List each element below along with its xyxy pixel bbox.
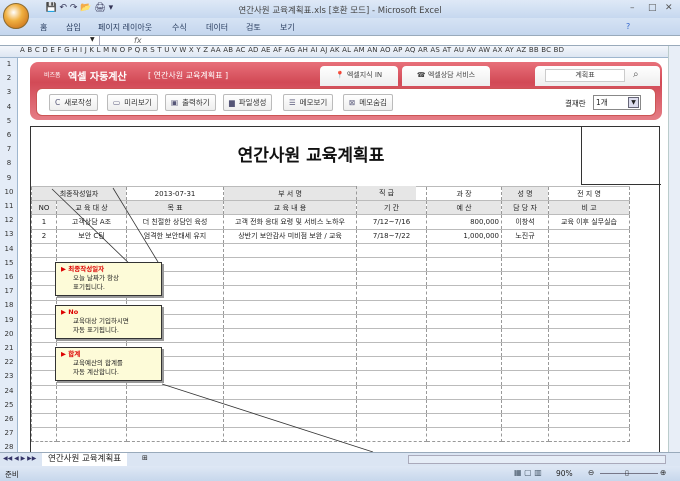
- row-header[interactable]: 21: [0, 344, 18, 352]
- row-header[interactable]: 11: [0, 202, 18, 210]
- zoom-level[interactable]: 90%: [556, 469, 573, 478]
- row-header[interactable]: 18: [0, 301, 18, 309]
- row-header[interactable]: 6: [0, 131, 18, 139]
- row-header[interactable]: 16: [0, 273, 18, 281]
- row-header[interactable]: 13: [0, 230, 18, 238]
- minimize-button[interactable]: –: [630, 3, 635, 13]
- connector-line: [112, 187, 159, 263]
- zoom-in-icon[interactable]: ⊕: [660, 468, 666, 477]
- title-bar: 💾 ↶ ↷ 📂 🖨 ▾ 연간사원 교육계획표.xls [호환 모드] - Mic…: [0, 0, 680, 18]
- tab-formulas[interactable]: 수식: [172, 22, 187, 33]
- callout-text: 자동 계산합니다.: [73, 368, 119, 376]
- row-header[interactable]: 22: [0, 358, 18, 366]
- formula-bar: ▼ fx: [0, 35, 680, 46]
- row-header[interactable]: 9: [0, 174, 18, 182]
- row-header[interactable]: 24: [0, 387, 18, 395]
- row-header[interactable]: 5: [0, 117, 18, 125]
- help-icon[interactable]: ?: [626, 22, 630, 31]
- row-header[interactable]: 20: [0, 330, 18, 338]
- row-headers[interactable]: 1 2 3 4 5 6 7 8 9 10 11 12 13 14 15 16 17 18 19 20 21 22 23 24 2…: [0, 58, 18, 452]
- callout-text: 표기됩니다.: [73, 283, 105, 291]
- callout-title: ▶ 합계: [61, 350, 81, 358]
- worksheet[interactable]: 비즈폼 엑셀 자동계산 [ 연간사원 교육계획표 ] 📍 엑셀지식 IN ☎ 엑…: [18, 58, 668, 452]
- row-header[interactable]: 12: [0, 216, 18, 224]
- row-header[interactable]: 7: [0, 145, 18, 153]
- callout-text: 오늘 날짜가 항상: [73, 274, 119, 282]
- callout-total: ▶ 합계 교육예산의 합계를 자동 계산합니다.: [55, 347, 162, 381]
- ribbon-tabs: 홈 삽입 페이지 레이아웃 수식 데이터 검토 보기 ?: [0, 18, 680, 35]
- callout-text: 교육예산의 합계를: [73, 359, 123, 367]
- office-button[interactable]: [3, 3, 29, 29]
- row-header[interactable]: 14: [0, 245, 18, 253]
- row-header[interactable]: 3: [0, 88, 18, 96]
- tab-view[interactable]: 보기: [280, 22, 295, 33]
- row-header[interactable]: 25: [0, 401, 18, 409]
- tab-page-layout[interactable]: 페이지 레이아웃: [98, 22, 152, 33]
- zoom-slider-handle[interactable]: ▯: [625, 469, 629, 477]
- row-header[interactable]: 23: [0, 372, 18, 380]
- name-box[interactable]: ▼: [0, 36, 100, 46]
- vertical-scrollbar[interactable]: [668, 46, 680, 452]
- row-header[interactable]: 2: [0, 74, 18, 82]
- callout-title-text: 합계: [68, 350, 81, 358]
- column-headers[interactable]: A B C D E F G H I J K L M N O P Q R S T …: [0, 46, 668, 58]
- connector-line: [161, 383, 374, 452]
- callout-title-text: No: [68, 308, 79, 316]
- row-header[interactable]: 17: [0, 287, 18, 295]
- tab-review[interactable]: 검토: [246, 22, 261, 33]
- callout-text: 교육대상 기입하시면: [73, 317, 129, 325]
- callout-title: ▶ 최종작성일자: [61, 265, 105, 273]
- formula-input[interactable]: [148, 36, 668, 45]
- row-header[interactable]: 19: [0, 316, 18, 324]
- row-header[interactable]: 26: [0, 415, 18, 423]
- zoom-out-icon[interactable]: ⊖: [588, 468, 594, 477]
- callout-title: ▶ No: [61, 308, 79, 316]
- row-header[interactable]: 27: [0, 429, 18, 437]
- insert-sheet-icon[interactable]: ⊞: [142, 454, 148, 462]
- sheet-tab-active[interactable]: 연간사원 교육계획표: [42, 453, 128, 466]
- callout-title-text: 최종작성일자: [68, 265, 105, 273]
- fx-icon[interactable]: fx: [134, 36, 142, 45]
- sheet-nav-arrows[interactable]: ◀◀ ◀ ▶ ▶▶: [3, 455, 36, 462]
- tab-insert[interactable]: 삽입: [66, 22, 81, 33]
- callout-date: ▶ 최종작성일자 오늘 날짜가 항상 표기됩니다.: [55, 262, 162, 296]
- callout-text: 자동 표기됩니다.: [73, 326, 119, 334]
- tab-data[interactable]: 데이터: [206, 22, 228, 33]
- status-text: 준비: [5, 470, 19, 479]
- tab-home[interactable]: 홈: [40, 22, 47, 33]
- row-header[interactable]: 28: [0, 443, 18, 451]
- row-header[interactable]: 8: [0, 159, 18, 167]
- zoom-slider[interactable]: [600, 473, 658, 474]
- callout-connectors: [51, 187, 374, 452]
- row-header[interactable]: 1: [0, 60, 18, 68]
- status-bar: 준비 ▦ ▢ ▥ 90% ⊖ ▯ ⊕: [0, 466, 680, 481]
- callout-no: ▶ No 교육대상 기입하시면 자동 표기됩니다.: [55, 305, 162, 339]
- sheet-tab-bar: ◀◀ ◀ ▶ ▶▶ 연간사원 교육계획표 ⊞: [0, 452, 680, 466]
- window-title: 연간사원 교육계획표.xls [호환 모드] - Microsoft Excel: [238, 6, 442, 16]
- view-buttons[interactable]: ▦ ▢ ▥: [514, 468, 542, 477]
- close-button[interactable]: ✕: [665, 3, 673, 13]
- maximize-button[interactable]: □: [648, 3, 657, 13]
- row-header[interactable]: 4: [0, 103, 18, 111]
- row-header[interactable]: 10: [0, 188, 18, 196]
- row-header[interactable]: 15: [0, 259, 18, 267]
- horizontal-scrollbar[interactable]: [408, 455, 666, 464]
